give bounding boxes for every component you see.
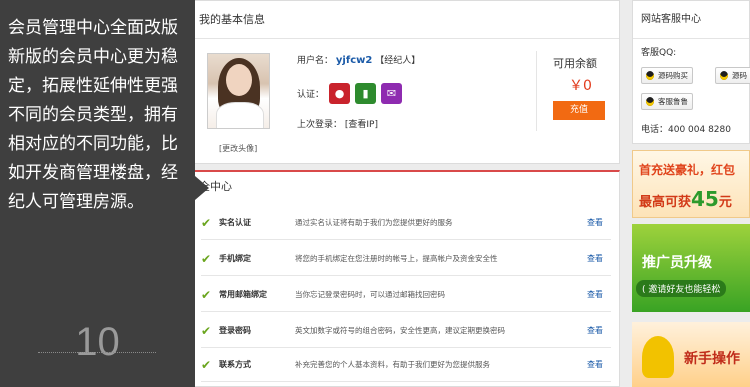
row-desc: 英文加数字或符号的组合密码，安全性更高，建议定期更换密码 [295,326,505,335]
row-name: 实名认证 [219,218,251,227]
username: yjfcw2 [335,55,373,66]
banner-number: 45 [691,187,719,211]
banner-text: 最高可获 [639,195,692,210]
newbie-guide-banner[interactable]: 新手操作 [632,322,750,387]
qq-label: 客服QQ: [641,48,677,58]
check-icon: ✔ [201,251,212,266]
row-name: 联系方式 [219,360,251,369]
check-icon: ✔ [201,287,212,302]
change-avatar-link[interactable]: [更改头像] [219,143,257,154]
qq-button-buy-source[interactable]: 源码购买 [641,67,693,84]
balance-label: 可用余额 [553,57,597,70]
banner-text: 元 [718,195,732,210]
service-phone: 电话：400 004 8280 [641,125,731,135]
view-ip-link[interactable]: [查看IP] [345,120,378,130]
money-bag-icon [642,336,674,378]
row-desc: 将您的手机绑定在您注册时的帐号上，提高帐户及资金安全性 [295,254,498,263]
customer-service-title: 网站客服中心 [633,1,749,39]
username-label: 用户名： [297,56,334,66]
table-row: ✔ 登录密码 英文加数字或符号的组合密码，安全性更高，建议定期更换密码 查看 [201,314,611,348]
basic-info-title: 我的基本信息 [191,1,619,39]
check-icon: ✔ [201,323,212,338]
caption-overlay: 会员管理中心全面改版新版的会员中心更为稳定，拓展性延伸性更强不同的会员类型，拥有… [0,0,195,387]
promoter-banner[interactable]: 推广员升级 ( 邀请好友也能轻松 [632,224,750,312]
username-row: 用户名： yjfcw2 【经纪人】 [297,53,420,66]
table-row: ✔ 常用邮箱绑定 当你忘记登录密码时，可以通过邮箱找回密码 查看 [201,278,611,312]
customer-service-panel: 网站客服中心 客服QQ: 源码购买 源码 客服鲁鲁 电话：400 004 828… [632,0,750,144]
email-icon[interactable]: ✉ [381,83,403,104]
view-link[interactable]: 查看 [587,359,611,370]
row-name: 登录密码 [219,326,251,335]
basic-info-panel: 我的基本信息 [更改头像] 用户名： yjfcw2 【经纪人】 认证： ● ▮ … [190,0,620,164]
last-login-label: 上次登录： [297,120,343,130]
banner-line: 新手操作 [684,351,740,367]
qq-button-service[interactable]: 客服鲁鲁 [641,93,693,110]
view-link[interactable]: 查看 [587,325,611,336]
caption-divider [38,352,156,353]
first-recharge-banner[interactable]: 首充送豪礼，红包 最高可获45元 [632,150,750,218]
balance-value: ￥0 [569,78,592,94]
row-name: 手机绑定 [219,254,251,263]
banner-line: 首充送豪礼，红包 [639,163,736,177]
banner-line: 推广员升级 [642,255,712,271]
banner-line: 最高可获45元 [639,187,732,211]
table-row: ✔ 联系方式 补充完善您的个人基本资料，有助于我们更好为您提供服务 查看 [201,348,611,382]
slide-number: 10 [75,320,120,364]
row-desc: 通过实名认证将有助于我们为您提供更好的服务 [295,218,453,227]
view-link[interactable]: 查看 [587,253,611,264]
check-icon: ✔ [201,215,212,230]
last-login-row: 上次登录： [查看IP] [297,117,378,130]
mobile-phone-icon[interactable]: ▮ [355,83,377,104]
view-link[interactable]: 查看 [587,289,611,300]
verify-label: 认证： [297,90,325,100]
security-center-title: 全中心 [199,180,232,193]
view-link[interactable]: 查看 [587,217,611,228]
verify-row: 认证： ● ▮ ✉ [297,83,403,104]
security-center-panel: 全中心 ✔ 实名认证 通过实名认证将有助于我们为您提供更好的服务 查看 ✔ 手机… [190,170,620,387]
qq-button-source[interactable]: 源码 [715,67,750,84]
user-role: 【经纪人】 [375,56,421,66]
table-row: ✔ 手机绑定 将您的手机绑定在您注册时的帐号上，提高帐户及资金安全性 查看 [201,242,611,276]
row-desc: 补充完善您的个人基本资料，有助于我们更好为您提供服务 [295,360,490,369]
id-card-icon[interactable]: ● [329,83,351,104]
check-icon: ✔ [201,357,212,372]
divider [536,51,537,131]
row-desc: 当你忘记登录密码时，可以通过邮箱找回密码 [295,290,445,299]
caption-text: 会员管理中心全面改版新版的会员中心更为稳定，拓展性延伸性更强不同的会员类型，拥有… [8,18,178,212]
avatar[interactable] [207,53,270,129]
banner-line: ( 邀请好友也能轻松 [636,280,727,297]
caption-pointer [195,176,209,200]
recharge-button[interactable]: 充值 [553,101,605,120]
table-row: ✔ 实名认证 通过实名认证将有助于我们为您提供更好的服务 查看 [201,206,611,240]
row-name: 常用邮箱绑定 [219,290,267,299]
